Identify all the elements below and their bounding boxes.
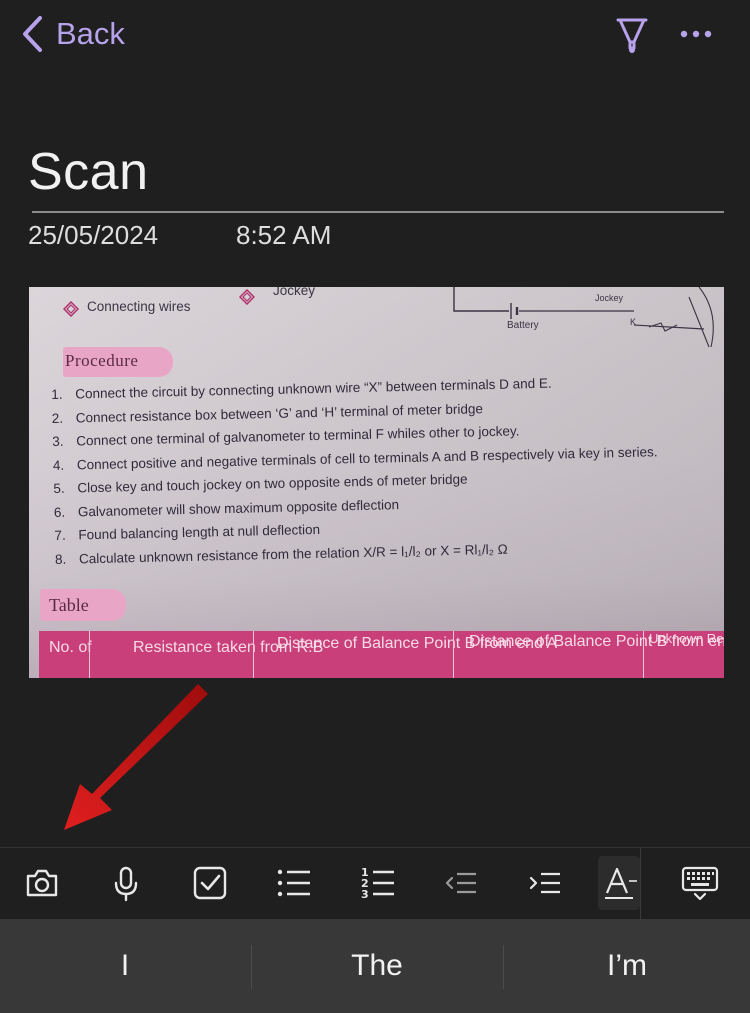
svg-text:3: 3 <box>361 888 369 901</box>
diamond-bullet-icon <box>63 301 79 317</box>
circuit-label-jockey: Jockey <box>595 293 624 303</box>
diamond-bullet-icon <box>239 289 255 305</box>
title-divider <box>32 211 724 213</box>
keyboard-suggestion-bar: I The I’m <box>0 919 750 1013</box>
bulleted-list-icon <box>277 869 310 897</box>
more-dots-icon <box>680 30 712 38</box>
back-label: Back <box>56 16 125 51</box>
bulleted-list-button[interactable] <box>270 858 318 908</box>
circuit-diagram <box>453 287 714 348</box>
table-header-cell: No. of <box>49 639 92 656</box>
toolbar-divider <box>640 848 641 920</box>
pen-marker-icon <box>616 18 648 53</box>
camera-icon <box>26 869 58 897</box>
note-time: 8:52 AM <box>236 220 332 250</box>
back-button[interactable]: Back <box>20 14 125 54</box>
suggestion-item[interactable]: I’m <box>504 919 750 1013</box>
camera-button[interactable] <box>18 858 66 908</box>
table-header-row: No. of Resistance taken from R.B Distanc… <box>39 631 724 678</box>
circuit-label-battery: Battery <box>507 320 539 331</box>
hide-keyboard-icon <box>681 866 719 901</box>
outdent-icon <box>445 872 476 894</box>
text-format-button[interactable] <box>598 856 640 910</box>
photo-item-connecting-wires: Connecting wires <box>87 299 191 314</box>
top-navigation-bar: Back <box>0 0 750 70</box>
circuit-label-key: K <box>630 317 637 327</box>
indent-icon <box>529 872 560 894</box>
microphone-icon <box>114 866 138 902</box>
photo-item-jockey: Jockey <box>273 287 316 298</box>
hide-keyboard-button[interactable] <box>676 858 724 908</box>
procedure-heading: Procedure <box>65 351 139 370</box>
table-heading: Table <box>49 595 89 615</box>
note-date: 25/05/2024 <box>28 220 159 250</box>
text-format-icon <box>605 867 637 899</box>
numbered-list-icon: 1 2 3 <box>361 866 394 901</box>
chevron-left-icon <box>23 16 42 52</box>
suggestion-item[interactable]: I <box>0 919 250 1013</box>
scanned-photo[interactable]: Connecting wires Jockey Battery Jockey K… <box>29 287 724 678</box>
more-options-button[interactable] <box>676 20 716 48</box>
microphone-button[interactable] <box>102 858 150 908</box>
red-arrow-annotation <box>64 684 208 830</box>
suggestion-item[interactable]: The <box>252 919 502 1013</box>
numbered-list-button[interactable]: 1 2 3 <box>354 858 402 908</box>
note-title[interactable]: Scan <box>28 142 149 202</box>
table-header-cell: Unknown Resista <box>649 631 724 646</box>
outdent-button[interactable] <box>438 858 486 908</box>
format-toolbar: 1 2 3 <box>0 847 750 920</box>
pen-marker-button[interactable] <box>612 14 652 56</box>
checkbox-icon <box>193 866 227 900</box>
procedure-list: 1. Connect the circuit by connecting unkn… <box>51 369 660 571</box>
checkbox-button[interactable] <box>186 858 234 908</box>
indent-button[interactable] <box>522 858 570 908</box>
